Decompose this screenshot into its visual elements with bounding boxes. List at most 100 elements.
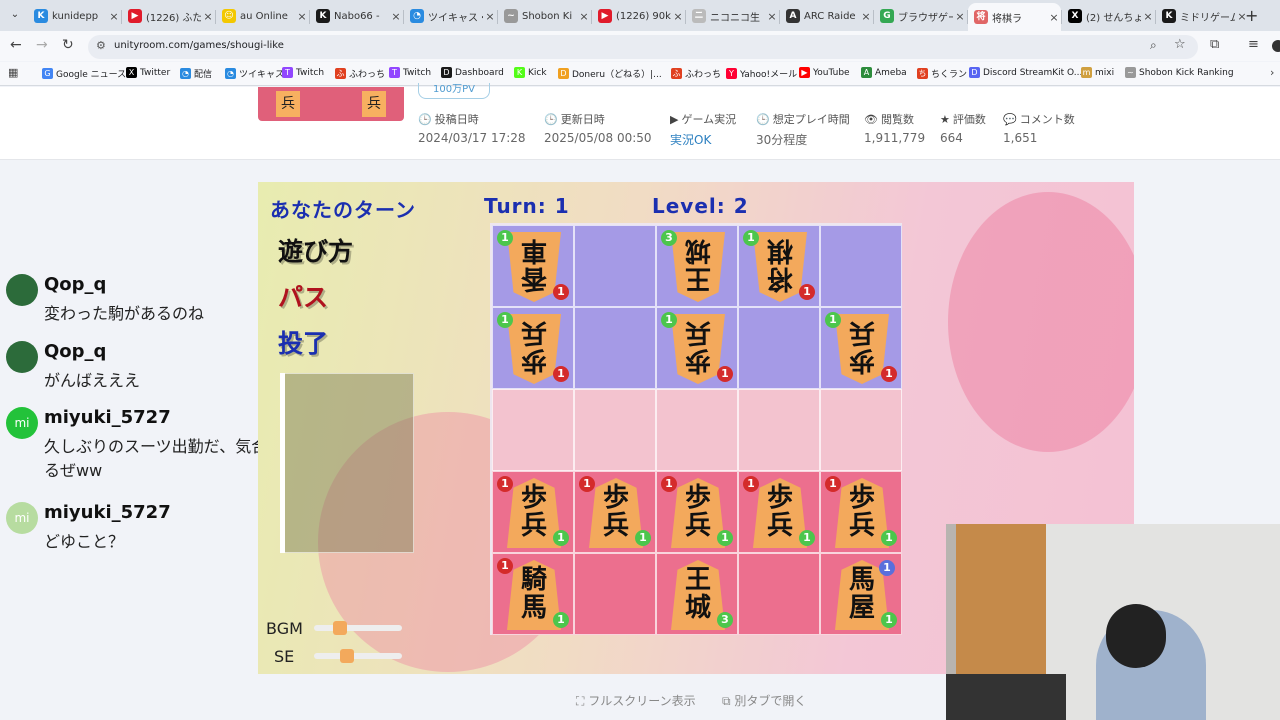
- bookmark-item[interactable]: m mixi: [1081, 67, 1114, 78]
- board-cell[interactable]: 王城3: [656, 225, 738, 307]
- bookmark-item[interactable]: ふふわっち: [335, 67, 385, 80]
- how-to-play-button[interactable]: 遊び方: [278, 232, 353, 268]
- tab-close-icon[interactable]: ×: [953, 10, 967, 23]
- tab-close-icon[interactable]: ×: [295, 10, 309, 23]
- bookmark-item[interactable]: A Ameba: [861, 67, 907, 78]
- bookmark-item[interactable]: X Twitter: [126, 67, 170, 78]
- forward-icon[interactable]: →: [36, 37, 48, 53]
- browser-tab[interactable]: ◔ ツイキャス・ ×: [404, 4, 497, 28]
- board-cell[interactable]: 歩兵11: [574, 471, 656, 553]
- bookmark-label: Twitch: [296, 67, 325, 78]
- board-cell[interactable]: [574, 389, 656, 471]
- game-thumbnail[interactable]: 兵 兵: [258, 87, 404, 121]
- tab-close-icon[interactable]: ×: [483, 10, 497, 23]
- browser-tab[interactable]: ▶ (1226) ふた ×: [122, 4, 215, 28]
- profile-avatar[interactable]: [1272, 40, 1280, 52]
- bookmark-item[interactable]: ▶ YouTube: [799, 67, 850, 78]
- board-cell[interactable]: [574, 553, 656, 635]
- board-cell[interactable]: [738, 307, 820, 389]
- captured-pieces-scrollbar[interactable]: [280, 373, 285, 553]
- captured-pieces-area[interactable]: [280, 373, 414, 553]
- board-cell[interactable]: [574, 307, 656, 389]
- new-tab-icon[interactable]: +: [1245, 6, 1258, 25]
- board-cell[interactable]: 騎馬11: [492, 553, 574, 635]
- bgm-slider-handle[interactable]: [332, 621, 347, 635]
- board-cell[interactable]: [656, 389, 738, 471]
- open-new-tab-link[interactable]: ⧉ 別タブで開く: [722, 692, 806, 709]
- board-cell[interactable]: [738, 553, 820, 635]
- address-bar[interactable]: ⚙ unityroom.com/games/shougi-like: [88, 35, 1198, 59]
- site-info-icon[interactable]: ⚙: [96, 39, 106, 52]
- bookmark-item[interactable]: ~ Shobon Kick Ranking: [1125, 67, 1234, 78]
- bookmark-item[interactable]: D Dashboard: [441, 67, 504, 78]
- bookmark-star-icon[interactable]: ☆: [1174, 37, 1186, 52]
- board-cell[interactable]: 将棋11: [738, 225, 820, 307]
- se-slider-handle[interactable]: [339, 649, 354, 663]
- bookmarks-overflow-icon[interactable]: ›: [1270, 66, 1274, 79]
- piece-char: 兵: [766, 511, 793, 541]
- bookmark-item[interactable]: T Twitch: [389, 67, 431, 78]
- bookmark-item[interactable]: D Doneru（どねる）|...: [558, 67, 662, 80]
- bookmark-item[interactable]: T Twitch: [282, 67, 324, 78]
- tab-close-icon[interactable]: ×: [1047, 11, 1061, 24]
- bookmark-item[interactable]: Y Yahoo!メール: [726, 67, 797, 80]
- reload-icon[interactable]: ↻: [62, 37, 74, 53]
- zoom-icon[interactable]: ⌕: [1150, 38, 1157, 53]
- bookmark-item[interactable]: K Kick: [514, 67, 547, 78]
- board-cell[interactable]: 歩兵11: [820, 307, 902, 389]
- board-cell[interactable]: 歩兵11: [738, 471, 820, 553]
- back-icon[interactable]: ←: [10, 37, 22, 53]
- board-cell[interactable]: 歩兵11: [492, 471, 574, 553]
- board-cell[interactable]: 歩兵11: [656, 307, 738, 389]
- bookmark-item[interactable]: ◔ ツイキャス: [225, 67, 284, 80]
- board-cell[interactable]: 歩兵11: [820, 471, 902, 553]
- tab-favicon-icon: K: [316, 9, 330, 23]
- board-cell[interactable]: 歩兵11: [492, 307, 574, 389]
- browser-tab[interactable]: ニニコニコ生 ×: [686, 4, 779, 28]
- browser-tab[interactable]: X (2) せんちょ ×: [1062, 4, 1155, 28]
- browser-tab[interactable]: A ARC Raide ×: [780, 4, 873, 28]
- browser-tab[interactable]: K ミドリゲーム ×: [1156, 4, 1249, 28]
- board-cell[interactable]: 香車11: [492, 225, 574, 307]
- resign-button[interactable]: 投了: [278, 324, 328, 360]
- board-cell[interactable]: 歩兵11: [656, 471, 738, 553]
- tab-close-icon[interactable]: ×: [1141, 10, 1155, 23]
- bookmark-label: mixi: [1095, 67, 1115, 78]
- board-cell[interactable]: 馬屋11: [820, 553, 902, 635]
- browser-tab[interactable]: ☺ au Online ×: [216, 4, 309, 28]
- tab-close-icon[interactable]: ×: [107, 10, 121, 23]
- tab-close-icon[interactable]: ×: [859, 10, 873, 23]
- board-cell[interactable]: [738, 389, 820, 471]
- tab-close-icon[interactable]: ×: [577, 10, 591, 23]
- bookmark-item[interactable]: D Discord StreamKit O...: [969, 67, 1082, 78]
- apps-grid-icon[interactable]: ▦: [8, 66, 18, 79]
- board-cell[interactable]: [820, 225, 902, 307]
- browser-tab[interactable]: ▶ (1226) 90k ×: [592, 4, 685, 28]
- meta-value[interactable]: 実況OK: [670, 131, 736, 148]
- browser-tab[interactable]: K Nabo66 - ×: [310, 4, 403, 28]
- tab-close-icon[interactable]: ×: [671, 10, 685, 23]
- board-cell[interactable]: [574, 225, 656, 307]
- board-cell[interactable]: [492, 389, 574, 471]
- tab-close-icon[interactable]: ×: [201, 10, 215, 23]
- browser-tab[interactable]: G ブラウザゲー ×: [874, 4, 967, 28]
- bookmark-item[interactable]: ちちくラン: [917, 67, 967, 80]
- board-cell[interactable]: 王城3: [656, 553, 738, 635]
- browser-tab[interactable]: Kkunidepp ×: [28, 4, 121, 28]
- tab-label: 将棋ラ: [992, 13, 1022, 25]
- browser-tab[interactable]: 将将棋ラ ×: [968, 3, 1061, 31]
- pass-button[interactable]: パス: [278, 278, 328, 314]
- tab-search-icon[interactable]: ⌄: [6, 6, 24, 24]
- tab-close-icon[interactable]: ×: [389, 10, 403, 23]
- se-slider[interactable]: [314, 653, 402, 659]
- bgm-slider[interactable]: [314, 625, 402, 631]
- board-cell[interactable]: [820, 389, 902, 471]
- browser-tab[interactable]: ~ Shobon Ki ×: [498, 4, 591, 28]
- bookmark-item[interactable]: G Google ニュース: [42, 67, 126, 80]
- extensions-icon[interactable]: ⧉: [1210, 37, 1219, 52]
- fullscreen-link[interactable]: ⛶ フルスクリーン表示: [576, 692, 696, 709]
- tab-close-icon[interactable]: ×: [765, 10, 779, 23]
- bookmark-item[interactable]: ふふわっち: [671, 67, 721, 80]
- bookmark-item[interactable]: ◔ 配信: [180, 67, 212, 80]
- reading-list-icon[interactable]: ≡: [1248, 37, 1259, 52]
